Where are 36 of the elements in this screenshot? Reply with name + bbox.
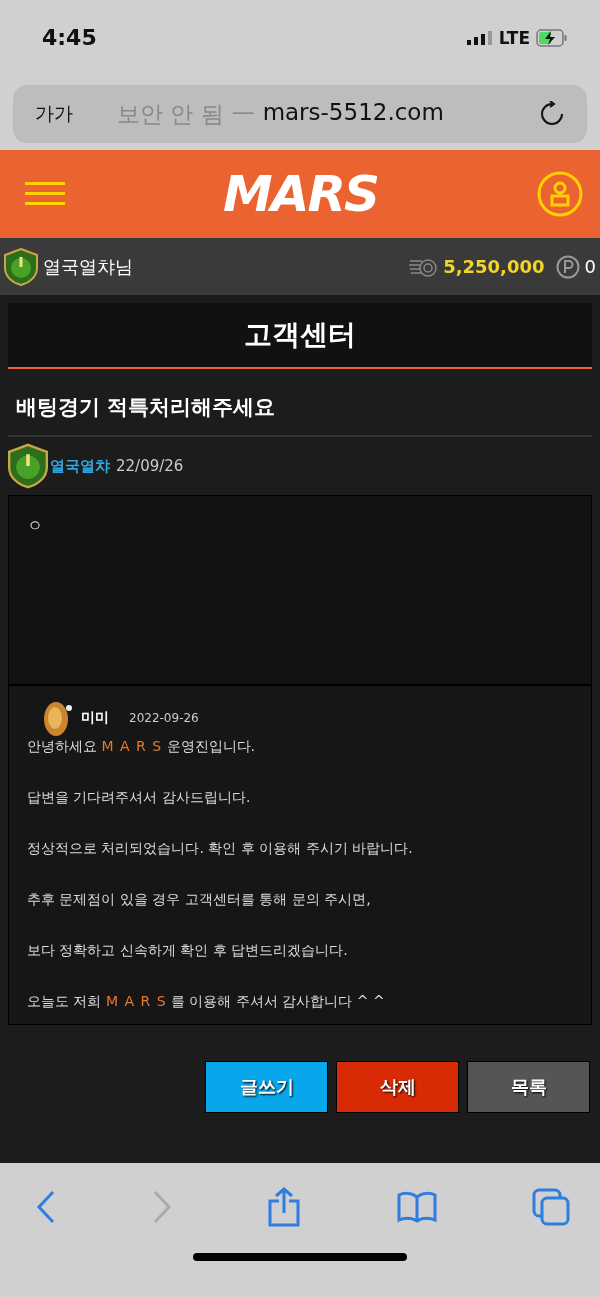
- post-text: ㅇ: [27, 516, 43, 535]
- vip-badge-icon: [4, 247, 38, 286]
- post-title: 배팅경기 적특처리해주세요: [8, 383, 592, 437]
- status-time: 4:45: [42, 25, 97, 50]
- username: 열국열챠님: [43, 254, 133, 279]
- list-button[interactable]: 목록: [467, 1061, 590, 1113]
- reply-text: 정상적으로 처리되었습니다. 확인 후 이용해 주시기 바랍니다.: [27, 840, 414, 857]
- reply-text: 추후 문제점이 있을 경우 고객센터를 통해 문의 주시면,: [27, 891, 372, 908]
- book-icon[interactable]: [396, 1191, 437, 1223]
- reload-icon[interactable]: [539, 101, 565, 127]
- points-amount: 0: [584, 256, 596, 277]
- back-icon[interactable]: [36, 1190, 56, 1224]
- reply-text: 보다 정확하고 신속하게 확인 후 답변드리겠습니다.: [27, 942, 349, 959]
- reply-text: 안녕하세요 M A R S 운영진입니다.: [27, 738, 256, 755]
- reply-author: 미미: [81, 709, 109, 727]
- page-title: 고객센터: [8, 303, 592, 369]
- site-logo[interactable]: MARS: [223, 165, 378, 223]
- reply-text: 답변을 기다려주셔서 감사드립니다.: [27, 789, 252, 806]
- signal-icon: [466, 30, 493, 45]
- points-icon: [555, 254, 580, 279]
- share-icon[interactable]: [267, 1187, 301, 1227]
- url-domain: mars-5512.com: [262, 98, 444, 127]
- reply-text: 오늘도 저희 M A R S 를 이용해 주셔서 감사합니다 ^ ^: [27, 993, 386, 1010]
- post-date: 22/09/26: [116, 457, 184, 475]
- balance-amount: 5,250,000: [443, 256, 545, 277]
- menu-icon[interactable]: [25, 180, 65, 208]
- vip-badge-icon: [8, 443, 48, 489]
- text-size-button[interactable]: 가가: [35, 101, 105, 127]
- tabs-icon[interactable]: [532, 1188, 570, 1226]
- battery-icon: [536, 28, 568, 47]
- url-separator: —: [231, 98, 255, 127]
- post-author[interactable]: 열국열챠: [50, 456, 110, 476]
- user-icon[interactable]: [536, 170, 584, 218]
- delete-button[interactable]: 삭제: [336, 1061, 459, 1113]
- reply-date: 2022-09-26: [129, 711, 199, 725]
- network-label: LTE: [498, 27, 530, 48]
